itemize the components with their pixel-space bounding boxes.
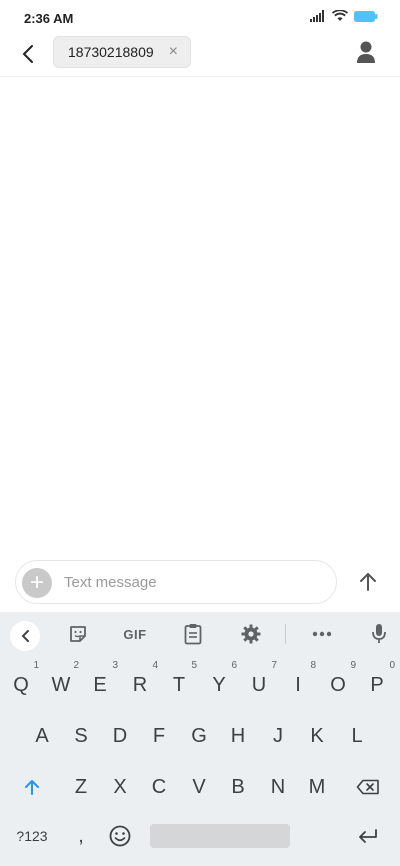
key-x[interactable]: X [100, 768, 140, 806]
key-e[interactable]: E3 [80, 660, 120, 704]
clipboard-button[interactable] [181, 622, 205, 646]
key-d[interactable]: D [100, 717, 140, 755]
key-b[interactable]: B [218, 768, 258, 806]
emoji-key[interactable] [100, 817, 140, 855]
key-l[interactable]: L [337, 717, 377, 755]
contact-button[interactable] [354, 40, 378, 66]
gif-button[interactable]: GIF [120, 622, 150, 646]
key-j[interactable]: J [258, 717, 298, 755]
chevron-left-icon [21, 630, 29, 642]
voice-input-button[interactable] [368, 622, 390, 646]
key-g[interactable]: G [179, 717, 219, 755]
sticker-button[interactable] [66, 622, 90, 646]
key-h[interactable]: H [218, 717, 258, 755]
recipient-chip[interactable]: 18730218809 × [53, 36, 191, 68]
clipboard-icon [184, 624, 202, 645]
key-u[interactable]: U7 [239, 660, 279, 704]
gif-label: GIF [123, 626, 147, 642]
space-bar[interactable] [150, 824, 290, 848]
emoji-icon [109, 825, 131, 847]
recipient-number: 18730218809 [68, 44, 154, 60]
enter-icon [359, 829, 377, 843]
status-icons [310, 10, 378, 22]
key-row-1: Q1 W2 E3 R4 T5 Y6 U7 I8 O9 P0 [0, 660, 400, 704]
settings-button[interactable] [239, 622, 263, 646]
back-arrow-icon [22, 45, 33, 63]
key-q[interactable]: Q1 [1, 660, 41, 704]
shift-key[interactable] [10, 768, 54, 806]
shift-arrow-icon [25, 780, 39, 795]
key-c[interactable]: C [139, 768, 179, 806]
symbols-key[interactable]: ?123 [8, 817, 56, 855]
key-f[interactable]: F [139, 717, 179, 755]
backspace-key[interactable] [346, 768, 390, 806]
key-v[interactable]: V [179, 768, 219, 806]
comma-key[interactable]: , [61, 817, 101, 855]
attach-button[interactable]: + [22, 568, 52, 598]
send-arrow-icon [360, 573, 376, 591]
enter-key[interactable] [348, 817, 388, 855]
more-button[interactable] [309, 622, 335, 646]
key-z[interactable]: Z [61, 768, 101, 806]
gear-icon [241, 624, 261, 644]
wifi-icon [332, 10, 348, 21]
backspace-icon [356, 779, 379, 795]
person-icon [357, 41, 375, 63]
more-horizontal-icon [312, 631, 332, 637]
toolbar-collapse-button[interactable] [10, 621, 40, 651]
signal-icon [310, 10, 324, 22]
keyboard-toolbar: GIF [0, 612, 400, 656]
key-row-3: Z X C V B N M [0, 768, 400, 806]
microphone-icon [372, 624, 386, 643]
battery-icon [354, 10, 378, 22]
status-time: 2:36 AM [24, 11, 74, 26]
key-i[interactable]: I8 [278, 660, 318, 704]
key-t[interactable]: T5 [159, 660, 199, 704]
key-r[interactable]: R4 [120, 660, 160, 704]
key-row-4: ?123 , [0, 817, 400, 855]
status-bar: 2:36 AM [0, 0, 400, 36]
remove-recipient-icon[interactable]: × [169, 43, 178, 61]
compose-bar: + [15, 560, 337, 604]
keyboard: GIF Q 1 W 2 E 3 R 4 T 5 Y 6 U 7 I 8 O 9 … [0, 612, 400, 866]
key-row-2: A S D F G H J K L [0, 717, 400, 755]
key-p[interactable]: P0 [357, 660, 397, 704]
sticker-icon [70, 626, 86, 642]
key-w[interactable]: W2 [41, 660, 81, 704]
toolbar-divider [285, 624, 286, 644]
message-input[interactable] [64, 561, 324, 603]
key-s[interactable]: S [61, 717, 101, 755]
key-a[interactable]: A [22, 717, 62, 755]
send-button[interactable] [356, 570, 380, 594]
key-n[interactable]: N [258, 768, 298, 806]
key-k[interactable]: K [297, 717, 337, 755]
key-y[interactable]: Y6 [199, 660, 239, 704]
key-o[interactable]: O9 [318, 660, 358, 704]
conversation-header: 18730218809 × [0, 36, 400, 77]
back-button[interactable] [14, 40, 42, 68]
key-m[interactable]: M [297, 768, 337, 806]
